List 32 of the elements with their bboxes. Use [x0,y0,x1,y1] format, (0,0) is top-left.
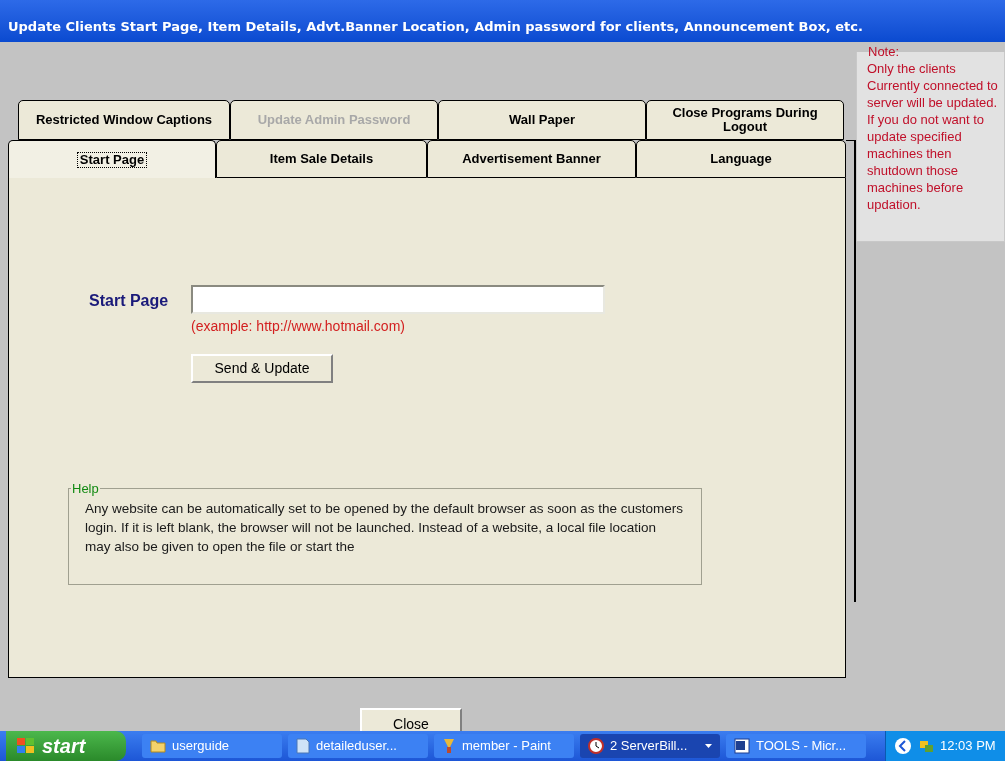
network-icon[interactable] [918,738,934,754]
example-hint: (example: http://www.hotmail.com) [191,317,406,336]
tab[interactable]: Item Sale Details [216,140,427,178]
field-label: Start Page [89,291,170,311]
taskbar-item[interactable]: TOOLS - Micr... [726,734,866,758]
note-title: Note: [867,43,901,61]
taskbar-item[interactable]: 2 ServerBill... [580,734,720,758]
dropdown-arrow-icon [705,744,712,748]
folder-icon [150,739,166,753]
word-document-icon [734,738,750,754]
note-text: Only the clients Currently connected to server will be updated. If you do not want to update specified machines then shutdown those machines before updation. [867,59,999,213]
start-page-field[interactable] [191,285,605,314]
send-update-button[interactable]: Send & Update [191,354,333,383]
clock-time: 12:03 PM [940,737,996,756]
clock-icon [588,738,604,754]
help-text: Any website can be automatically set to be opened by the default browser as soon as the customers login. If it is left blank, the browser will not be launched. Instead of a website, a local file location may also be given to open the file or start the [85,499,685,556]
taskbar-item[interactable]: detaileduser... [288,734,428,758]
tab[interactable]: Close Programs During Logout [646,100,844,140]
chevron-left-icon[interactable] [894,737,912,755]
tab[interactable]: Restricted Window Captions [18,100,230,140]
window-title: Update Clients Start Page, Item Details, Advt.Banner Location, Admin password for clients, Announcement Box, etc. [8,19,863,34]
paintbrush-icon [442,738,456,754]
windows-logo-icon [16,737,36,755]
help-title: Help [71,480,100,498]
tab[interactable]: Wall Paper [438,100,646,140]
close-button[interactable]: Close [360,708,462,731]
taskbar-item[interactable]: member - Paint [434,734,574,758]
tab[interactable]: Start Page [8,140,216,178]
document-icon [296,738,310,754]
tab[interactable]: Language [636,140,846,178]
tab[interactable]: Advertisement Banner [427,140,636,178]
taskbar-item[interactable]: userguide [142,734,282,758]
